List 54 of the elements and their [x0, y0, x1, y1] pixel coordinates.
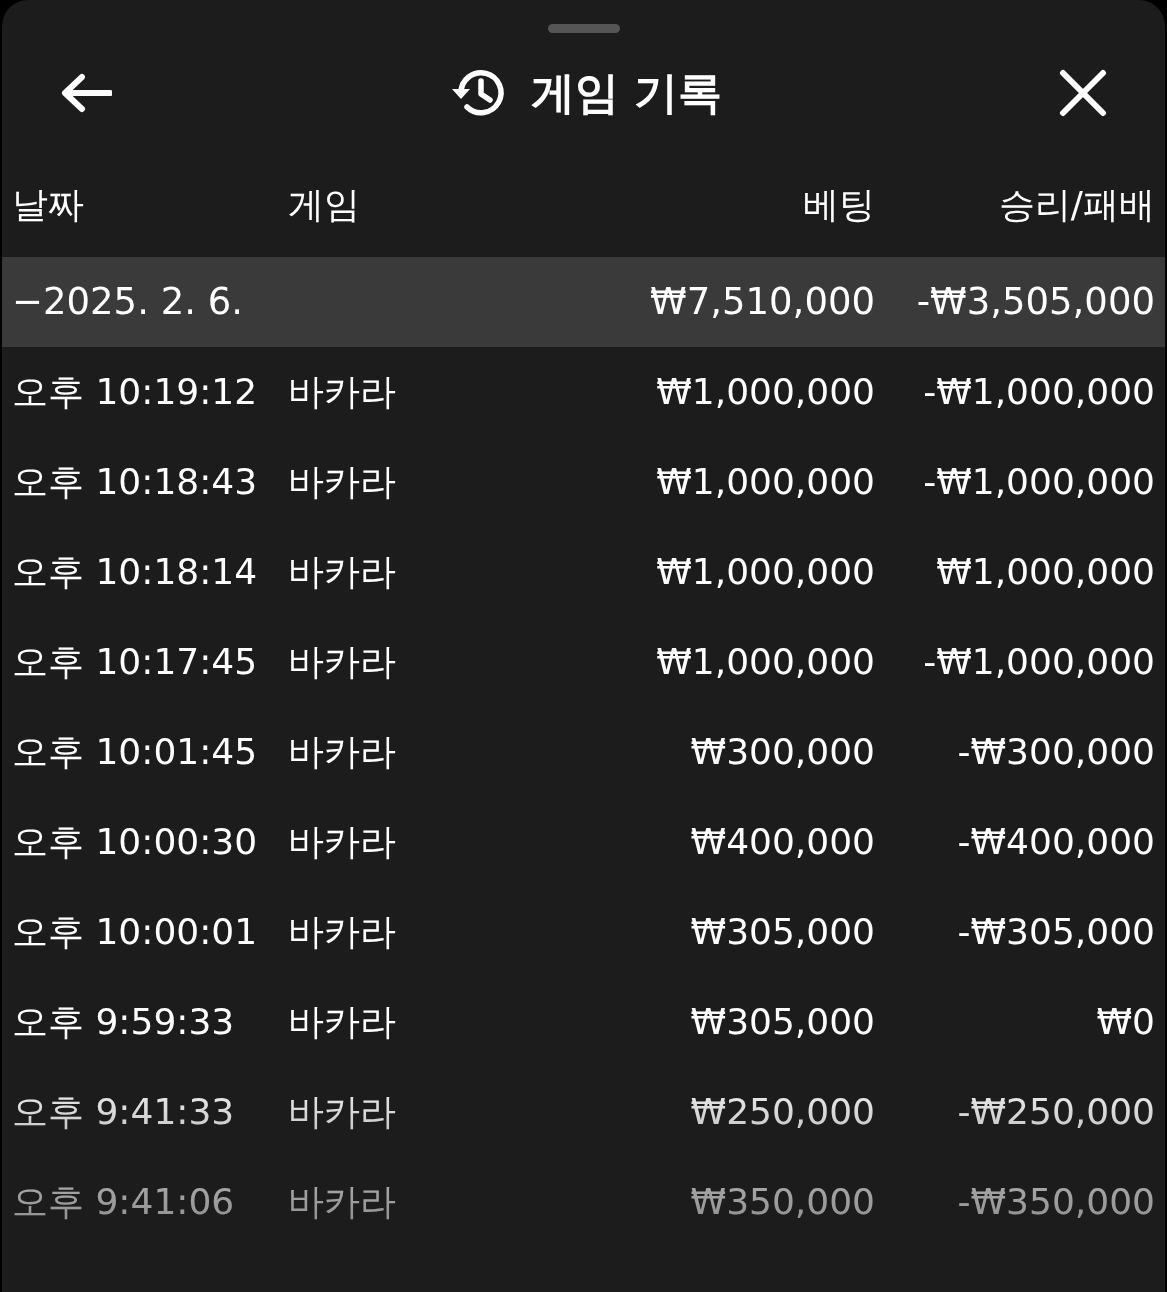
- game-cell-text: 바카라: [288, 1090, 397, 1134]
- game-cell-text: 바카라: [288, 460, 397, 504]
- column-header: 승리/패배: [997, 183, 1155, 227]
- bet-cell-text: ₩1,000,000: [655, 460, 875, 504]
- result-cell-text: -₩250,000: [956, 1090, 1155, 1134]
- bet-cell-text: ₩1,000,000: [655, 370, 875, 414]
- bet-cell-text: ₩350,000: [689, 1180, 875, 1224]
- result-cell-text: ₩1,000,000: [935, 550, 1155, 594]
- game-cell-text: 바카라: [288, 370, 397, 414]
- bet-cell-text: ₩1,000,000: [655, 640, 875, 684]
- result-cell-text: ₩0: [1095, 1000, 1155, 1044]
- bet-cell-text: ₩305,000: [689, 910, 875, 954]
- result-cell-text: -₩305,000: [956, 910, 1155, 954]
- result-cell-text: -₩1,000,000: [922, 460, 1155, 504]
- bet-cell-text: ₩1,000,000: [655, 550, 875, 594]
- time-cell-text: 오후 10:00:01: [12, 910, 259, 954]
- result-cell-text: -₩300,000: [956, 730, 1155, 774]
- result-cell-text: -₩400,000: [956, 820, 1155, 864]
- time-cell-text: 오후 10:18:43: [12, 460, 259, 504]
- result-cell-text: -₩1,000,000: [922, 370, 1155, 414]
- result-cell-text: -₩1,000,000: [922, 640, 1155, 684]
- game-cell-text: 바카라: [288, 640, 397, 684]
- time-cell-text: 오후 10:00:30: [12, 820, 259, 864]
- time-cell-text: 오후 10:18:14: [12, 550, 259, 594]
- column-header: 날짜: [12, 183, 85, 227]
- column-header: 베팅: [802, 183, 875, 227]
- title: 게임 기록: [530, 66, 723, 120]
- game-cell-text: 바카라: [288, 1180, 397, 1224]
- bet-cell-text: ₩300,000: [689, 730, 875, 774]
- drag-handle[interactable]: [547, 24, 620, 33]
- game-cell-text: 바카라: [288, 1000, 397, 1044]
- time-cell-text: 오후 9:41:06: [12, 1180, 236, 1224]
- game-cell-text: 바카라: [288, 730, 397, 774]
- bet-cell-text: ₩305,000: [689, 1000, 875, 1044]
- back-button[interactable]: [60, 73, 112, 113]
- close-icon: [1059, 69, 1107, 117]
- date-group-row[interactable]: −2025. 2. 6. ₩7,510,000 -₩3,505,000: [2, 257, 1165, 347]
- time-cell-text: 오후 9:59:33: [12, 1000, 236, 1044]
- bet-cell-text: ₩400,000: [689, 820, 875, 864]
- bet-cell-text: ₩250,000: [689, 1090, 875, 1134]
- game-cell-text: 바카라: [288, 910, 397, 954]
- close-button[interactable]: [1059, 69, 1107, 117]
- time-cell-text: 오후 10:01:45: [12, 730, 259, 774]
- group-result-total: -₩3,505,000: [915, 279, 1155, 326]
- group-bet-total: ₩7,510,000: [649, 279, 875, 326]
- time-cell-text: 오후 9:41:33: [12, 1090, 236, 1134]
- game-cell-text: 바카라: [288, 820, 397, 864]
- result-cell-text: -₩350,000: [956, 1180, 1155, 1224]
- group-date: −2025. 2. 6.: [12, 279, 245, 326]
- back-arrow-icon: [60, 73, 112, 113]
- time-cell-text: 오후 10:17:45: [12, 640, 259, 684]
- column-header: 게임: [288, 183, 361, 227]
- game-cell-text: 바카라: [288, 550, 397, 594]
- time-cell-text: 오후 10:19:12: [12, 370, 259, 414]
